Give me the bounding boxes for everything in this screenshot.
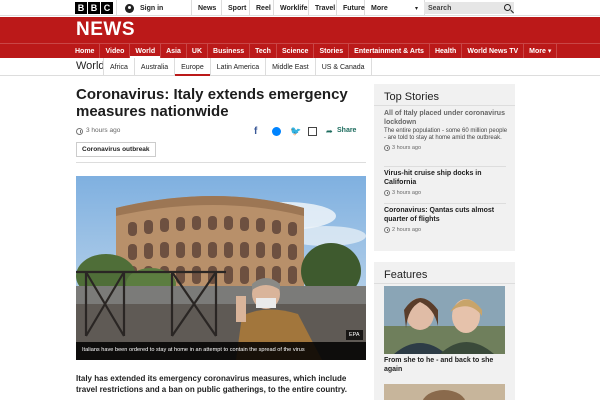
global-nav-travel[interactable]: Travel: [309, 0, 337, 16]
chevron-down-icon: ▾: [414, 5, 418, 12]
feature-image[interactable]: [384, 286, 505, 354]
global-nav-reel[interactable]: Reel: [250, 0, 274, 16]
main-nav-business[interactable]: Business: [208, 44, 251, 58]
subnav-latin-america[interactable]: Latin America: [211, 58, 267, 76]
section-subnav: World Africa Australia Europe Latin Amer…: [0, 58, 600, 76]
feature-photo: [384, 286, 505, 354]
top-story-title[interactable]: Coronavirus: Qantas cuts almost quarter …: [384, 207, 509, 224]
global-nav-news[interactable]: News: [192, 0, 222, 16]
feature-photo: [384, 384, 505, 400]
top-story-time-label: 2 hours ago: [392, 227, 422, 233]
colosseum-photo: [76, 176, 366, 360]
subnav-us-canada[interactable]: US & Canada: [316, 58, 372, 76]
facebook-icon[interactable]: f: [254, 127, 263, 137]
top-story-time: 2 hours ago: [384, 227, 509, 233]
top-stories-panel: Top Stories All of Italy placed under co…: [374, 84, 515, 251]
sign-in-button[interactable]: Sign in: [116, 0, 192, 16]
user-icon: [125, 3, 134, 13]
global-nav-more[interactable]: More ▾: [365, 0, 425, 16]
main-nav-home[interactable]: Home: [70, 44, 101, 58]
article-headline: Coronavirus: Italy extends emergency mea…: [76, 86, 348, 120]
main-nav-uk[interactable]: UK: [187, 44, 209, 58]
main-nav-entertainment[interactable]: Entertainment & Arts: [349, 44, 430, 58]
features-panel: Features From she to he - and back to sh…: [374, 262, 515, 400]
main-nav-tech[interactable]: Tech: [250, 44, 277, 58]
article-timestamp: 3 hours ago: [86, 127, 121, 134]
feature-image[interactable]: [384, 384, 505, 400]
bbc-logo-letter-b1: B: [75, 2, 87, 14]
top-story-item[interactable]: Coronavirus: Qantas cuts almost quarter …: [384, 207, 509, 233]
messenger-icon[interactable]: [272, 127, 281, 136]
subnav-europe[interactable]: Europe: [175, 58, 211, 76]
main-nav-asia[interactable]: Asia: [161, 44, 187, 58]
divider: [384, 166, 506, 167]
clock-icon: [384, 145, 390, 151]
features-heading: Features: [374, 262, 515, 284]
news-logo[interactable]: NEWS: [76, 19, 135, 41]
share-arrow-icon: ➦: [326, 127, 333, 136]
news-masthead: NEWS Home Video World Asia UK Business T…: [0, 17, 600, 58]
main-nav-world[interactable]: World: [130, 44, 162, 58]
global-nav-worklife[interactable]: Worklife: [274, 0, 309, 16]
global-nav: News Sport Reel Worklife Travel Future M…: [192, 0, 425, 16]
bbc-logo-letter-c: C: [101, 2, 113, 14]
divider: [76, 162, 366, 163]
sign-in-label: Sign in: [140, 4, 164, 12]
top-story-time-label: 3 hours ago: [392, 145, 422, 151]
main-nav-more[interactable]: More ▾: [524, 44, 558, 58]
global-nav-sport[interactable]: Sport: [222, 0, 250, 16]
feature-title[interactable]: From she to he - and back to she again: [384, 356, 504, 374]
top-story-time: 3 hours ago: [384, 145, 509, 151]
main-nav-world-news-tv[interactable]: World News TV: [462, 44, 525, 58]
bbc-global-bar: B B C Sign in News Sport Reel Worklife T…: [0, 0, 600, 16]
main-nav-stories[interactable]: Stories: [314, 44, 350, 58]
bbc-logo[interactable]: B B C: [75, 2, 113, 14]
top-story-title[interactable]: Virus-hit cruise ship docks in Californi…: [384, 170, 509, 187]
top-story-title[interactable]: All of Italy placed under coronavirus lo…: [384, 110, 509, 127]
top-story-summary: The entire population - some 60 million …: [384, 128, 508, 141]
article-lede: Italy has extended its emergency coronav…: [76, 374, 348, 394]
image-caption: Italians have been ordered to stay at ho…: [76, 342, 366, 360]
main-nav-health[interactable]: Health: [430, 44, 463, 58]
subnav-middle-east[interactable]: Middle East: [266, 58, 316, 76]
divider: [384, 203, 506, 204]
clock-icon: [384, 227, 390, 233]
clock-icon: [384, 190, 390, 196]
global-nav-more-label: More: [371, 4, 388, 12]
article-image: [76, 176, 366, 360]
section-title[interactable]: World: [76, 60, 105, 72]
subnav-australia[interactable]: Australia: [135, 58, 176, 76]
twitter-icon[interactable]: 🐦: [290, 127, 301, 136]
topic-tag[interactable]: Coronavirus outbreak: [76, 142, 156, 157]
main-nav-science[interactable]: Science: [277, 44, 315, 58]
search-input[interactable]: Search: [424, 2, 514, 14]
main-nav: Home Video World Asia UK Business Tech S…: [0, 43, 600, 58]
share-tools: f 🐦 ➦ Share: [254, 127, 357, 137]
search-icon[interactable]: [504, 4, 511, 11]
bbc-logo-letter-b2: B: [88, 2, 100, 14]
clock-icon: [76, 128, 83, 135]
search-placeholder: Search: [428, 4, 452, 12]
top-story-time: 3 hours ago: [384, 190, 509, 196]
article-meta: 3 hours ago f 🐦 ➦ Share: [76, 127, 366, 137]
top-stories-heading: Top Stories: [374, 84, 515, 106]
share-label: Share: [337, 127, 357, 134]
top-story-item[interactable]: All of Italy placed under coronavirus lo…: [384, 110, 509, 151]
image-credit: EPA: [346, 330, 363, 340]
top-story-item[interactable]: Virus-hit cruise ship docks in Californi…: [384, 170, 509, 196]
global-nav-future[interactable]: Future: [337, 0, 365, 16]
subnav-africa[interactable]: Africa: [104, 58, 135, 76]
share-button[interactable]: ➦ Share: [326, 127, 357, 136]
main-nav-video[interactable]: Video: [100, 44, 131, 58]
top-story-time-label: 3 hours ago: [392, 190, 422, 196]
email-icon[interactable]: [308, 127, 317, 136]
